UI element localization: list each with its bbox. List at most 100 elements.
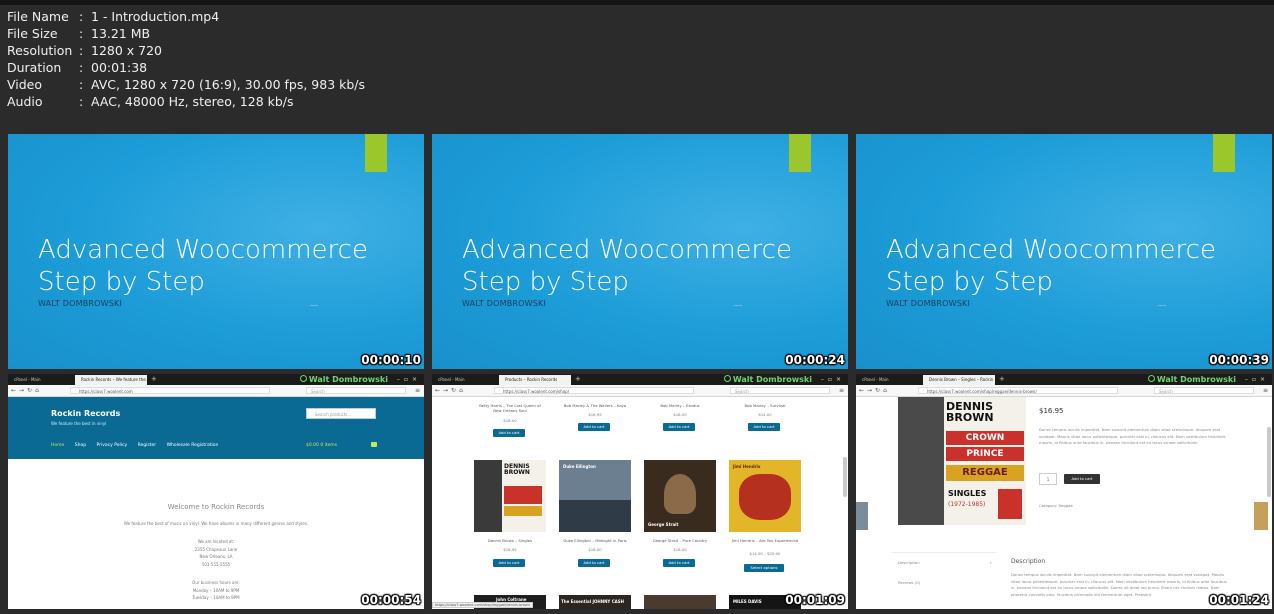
new-tab-icon[interactable]: + [999, 374, 1005, 385]
product-search-input[interactable]: Search products... [306, 408, 376, 419]
product-name[interactable]: Bob Marley & The Wailers – Kaya [560, 403, 630, 408]
user-icon [723, 375, 731, 382]
add-to-cart-button[interactable]: Add to cart [1064, 474, 1100, 484]
description-text: Donec tempus iaculis imperdiet. Nam susc… [1011, 572, 1227, 597]
product-price: $14.00 [758, 412, 772, 417]
cover-badge [998, 489, 1022, 519]
product-price: $16.95 [588, 412, 602, 417]
web-page: DENNIS BROWN CROWN PRINCE REGGAE SINGLES … [856, 397, 1272, 609]
file-info-separator: : [79, 77, 84, 92]
cover-years: (1972-1985) [948, 501, 986, 508]
web-page: Rockin Records We feature the best in vi… [8, 397, 424, 609]
window-controls[interactable]: –▫× [821, 374, 845, 385]
browser-search-input[interactable]: Search [1154, 387, 1254, 394]
album-cover-george-strait[interactable]: George Strait [644, 460, 716, 532]
file-info-value: 1 - Introduction.mp4 [91, 9, 220, 24]
tab-description[interactable]: Description [898, 560, 920, 567]
nav-home[interactable]: Home [51, 443, 64, 448]
browser-tab[interactable]: cPanel - Main [8, 375, 74, 385]
quantity-input[interactable]: 1 [1039, 473, 1057, 485]
slide-accent-bar [365, 134, 387, 172]
add-to-cart-button[interactable]: Add to cart [578, 423, 610, 431]
thumbnail-slide[interactable]: Advanced Woocommerce Step by Step WALT DO… [856, 134, 1272, 369]
product-category[interactable]: Category: Reggae [1039, 503, 1073, 510]
cover-title: DENNIS BROWN [946, 401, 994, 423]
slide-title-line1: Advanced Woocommerce [462, 235, 792, 265]
album-cover-duke-ellington[interactable]: Duke Ellington [559, 460, 631, 532]
browser-search-input[interactable]: Search [730, 387, 830, 394]
product-name[interactable]: Dennis Brown – Singles [475, 538, 545, 543]
thumbnail-browser-home[interactable]: cPanel - Main Rockin Records – We featur… [8, 374, 424, 609]
address-bar[interactable]: https://class7.woolent.com [70, 387, 270, 394]
browser-tab[interactable]: cPanel - Main [856, 375, 922, 385]
product-name[interactable]: Bob Marley – Survival [730, 403, 800, 408]
add-to-cart-button[interactable]: Add to cart [578, 559, 610, 567]
address-line: 501-555-5555 [201, 561, 231, 567]
product-image[interactable]: DENNIS BROWN CROWN PRINCE REGGAE SINGLES … [898, 397, 1026, 525]
cover-title: The Essential JOHNNY CASH [561, 599, 624, 604]
thumbnail-slide[interactable]: Advanced Woocommerce Step by Step WALT DO… [432, 134, 848, 369]
browser-tab-active[interactable]: Dennis Brown – Singles – Rockin R... [923, 375, 995, 385]
browser-tab-active[interactable]: Rockin Records – We feature the... [75, 375, 147, 385]
nav-buttons-icon[interactable]: ←→↻⌂ [435, 385, 466, 396]
album-cover-dennis-brown[interactable]: DENNIS BROWN [474, 460, 546, 532]
new-tab-icon[interactable]: + [151, 374, 157, 385]
nav-shop[interactable]: Shop [75, 443, 86, 448]
scrollbar[interactable] [843, 457, 847, 497]
album-cover-partial[interactable]: The Essential JOHNNY CASH [559, 595, 631, 609]
add-to-cart-button[interactable]: Add to cart [493, 429, 525, 437]
new-tab-icon[interactable]: + [575, 374, 581, 385]
file-info-key: Audio [7, 94, 43, 109]
select-options-button[interactable]: Select options [744, 564, 784, 572]
cover-title: Jimi Hendrix [733, 464, 761, 469]
address-bar[interactable]: https://class7.woolent.com/shop/reggae/d… [918, 387, 1118, 394]
site-title[interactable]: Rockin Records [51, 409, 120, 418]
browser-tab-active[interactable]: Products – Rockin Records [499, 375, 571, 385]
slide-mark [734, 305, 742, 306]
add-to-cart-button[interactable]: Add to cart [663, 559, 695, 567]
add-to-cart-button[interactable]: Add to cart [663, 423, 695, 431]
browser-user-name: Walt Dombrowski [308, 375, 388, 384]
browser-tab[interactable]: cPanel - Main [432, 375, 498, 385]
product-name[interactable]: Jimi Hendrix – Are You Experienced [730, 538, 800, 543]
menu-icon[interactable]: ≡ [839, 385, 844, 396]
product-name[interactable]: George Strait – Pure Country [645, 538, 715, 543]
cart-icon[interactable] [371, 442, 377, 447]
nav-buttons-icon[interactable]: ←→↻⌂ [859, 385, 890, 396]
window-top-edge [0, 0, 1274, 5]
cart-summary[interactable]: $0.00 0 items [306, 443, 337, 448]
thumbnail-timestamp: 00:00:39 [1209, 353, 1269, 367]
site-tagline: We feature the best in vinyl [51, 421, 107, 426]
slide-accent-bar [1213, 134, 1235, 172]
user-icon [299, 375, 307, 382]
slide-title-line1: Advanced Woocommerce [886, 235, 1216, 265]
nav-register[interactable]: Register [138, 443, 157, 448]
browser-user: Walt Dombrowski [1147, 374, 1236, 385]
product-price: $18.00 [673, 547, 687, 552]
thumbnail-browser-product[interactable]: cPanel - Main Dennis Brown – Singles – R… [856, 374, 1272, 609]
menu-icon[interactable]: ≡ [415, 385, 420, 396]
window-controls[interactable]: –▫× [1245, 374, 1269, 385]
tab-reviews[interactable]: Reviews (0) [898, 580, 920, 587]
browser-search-input[interactable]: Search [306, 387, 406, 394]
thumbnail-browser-shop[interactable]: cPanel - Main Products – Rockin Records … [432, 374, 848, 609]
browser-user: Walt Dombrowski [299, 374, 388, 385]
album-cover-jimi-hendrix[interactable]: Jimi Hendrix [729, 460, 801, 532]
product-name[interactable]: Bob Marley – Exodus [645, 403, 715, 408]
browser-nav-bar: ←→↻⌂ https://class7.woolent.com Search ≡ [8, 385, 424, 397]
add-to-cart-button[interactable]: Add to cart [748, 423, 780, 431]
album-cover-partial[interactable] [644, 595, 716, 609]
scrollbar[interactable] [1267, 427, 1271, 497]
nav-buttons-icon[interactable]: ←→↻⌂ [11, 385, 42, 396]
chevron-right-icon: › [990, 560, 992, 565]
address-bar[interactable]: https://class7.woolent.com/shop/ [494, 387, 694, 394]
nav-privacy[interactable]: Privacy Policy [97, 443, 128, 448]
add-to-cart-button[interactable]: Add to cart [493, 559, 525, 567]
thumbnail-slide[interactable]: Advanced Woocommerce Step by Step WALT DO… [8, 134, 424, 369]
nav-wholesale[interactable]: Wholesale Registration [167, 443, 219, 448]
file-info-row: File Size:13.21 MB [7, 25, 365, 42]
product-name[interactable]: Betty Harris – The Lost Queen of New Orl… [475, 403, 545, 413]
menu-icon[interactable]: ≡ [1263, 385, 1268, 396]
window-controls[interactable]: –▫× [397, 374, 421, 385]
product-name[interactable]: Duke Ellington – Midnight in Paris [560, 538, 630, 543]
